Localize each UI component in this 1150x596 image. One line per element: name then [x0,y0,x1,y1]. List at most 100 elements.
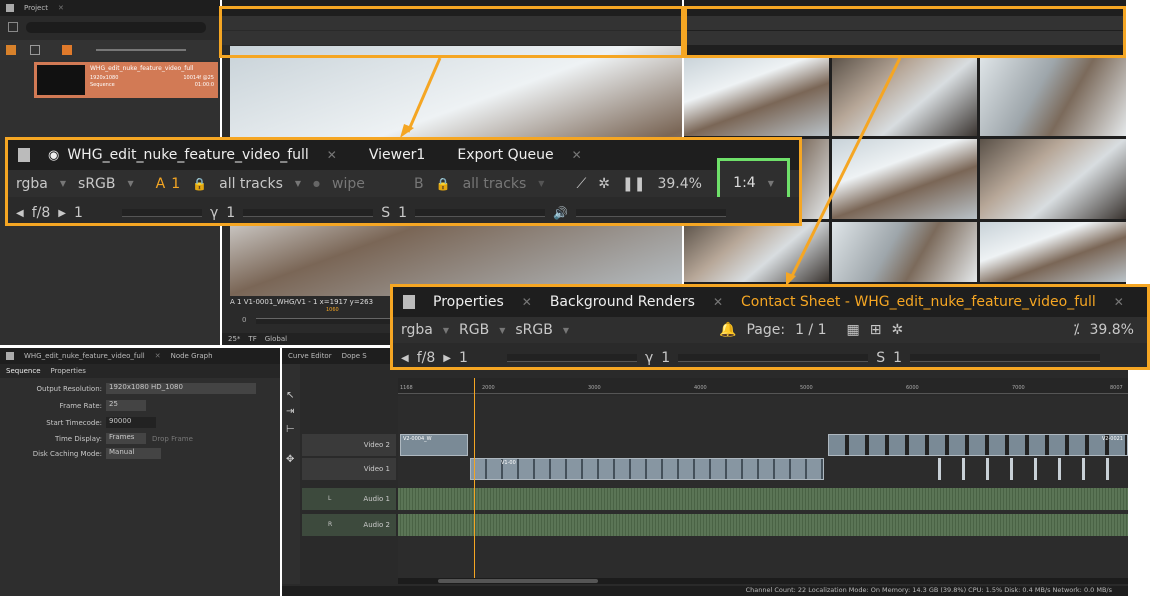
frame-value[interactable]: 1 [459,350,499,366]
fstop-value[interactable]: f/8 [32,205,51,221]
thumb-view-icon[interactable] [62,45,72,55]
tab-contact-sheet[interactable]: Contact Sheet - WHG_edit_nuke_feature_vi… [741,294,1096,310]
step-back-icon[interactable]: ◀ [16,208,24,219]
wipe-dot-icon[interactable]: ● [313,179,320,188]
contact-thumb-2[interactable] [832,56,977,136]
no-cache-icon[interactable]: ⁒ [1073,322,1079,338]
tab-curve-editor[interactable]: Curve Editor [288,352,332,360]
contact-thumb-3[interactable] [980,56,1126,136]
lock-icon[interactable]: 🔒 [192,177,207,191]
close-icon[interactable]: ✕ [1114,295,1124,309]
grid-icon[interactable]: ⊞ [870,322,882,338]
pause-icon[interactable]: ❚❚ [622,176,645,192]
start-tc-input[interactable]: 90000 [106,417,156,428]
exposure-ruler[interactable] [121,209,202,217]
track-area[interactable]: V2-0004_W V2-0021 V1-00 [398,378,1128,584]
chevron-down-icon[interactable]: ▼ [60,179,66,188]
colorspace-select[interactable]: sRGB [515,322,552,338]
gamma-value[interactable]: 1 [661,350,670,366]
subtab-sequence[interactable]: Sequence [6,367,41,375]
proxy-select[interactable]: 1:4 [733,175,756,191]
slip-tool-icon[interactable]: ✥ [286,454,294,465]
project-clip-item[interactable]: WHG_edit_nuke_feature_video_full 1920x10… [34,62,218,98]
chevron-down-icon[interactable]: ▼ [768,179,774,188]
select-tool-icon[interactable]: ↖ [286,390,294,401]
gear-icon[interactable]: ✲ [598,176,610,192]
close-icon[interactable]: ✕ [713,295,723,309]
close-icon[interactable]: ✕ [155,352,161,360]
list-view-icon[interactable] [30,45,40,55]
contact-thumb-5[interactable] [832,139,977,219]
tab-properties[interactable]: Properties [433,294,504,310]
tab-sequence-viewer[interactable]: WHG_edit_nuke_feature_video_full [67,147,308,163]
sat-ruler[interactable] [415,209,545,217]
gamma-value[interactable]: 1 [226,205,235,221]
close-icon[interactable]: ✕ [58,4,64,12]
scope-selector[interactable]: Global [265,335,287,343]
frame-rate-select[interactable]: 25 [106,400,146,411]
gear-icon[interactable]: ✲ [891,322,903,338]
sat-value[interactable]: 1 [893,350,902,366]
track-header-video2[interactable]: Video 2 [302,434,396,456]
chevron-down-icon[interactable]: ▼ [499,326,505,335]
exposure-ruler[interactable] [506,354,637,362]
new-bin-icon[interactable] [6,45,16,55]
volume-ruler[interactable] [575,209,726,217]
video1-clip-group[interactable]: V1-00 [470,458,824,480]
frame-value[interactable]: 1 [74,205,114,221]
volume-icon[interactable]: 🔊 [553,206,568,220]
panel-menu-icon[interactable] [403,295,415,309]
chevron-down-icon[interactable]: ▼ [563,326,569,335]
contact-thumb-8[interactable] [832,222,977,282]
input-a-button[interactable]: A [156,176,166,192]
eye-icon[interactable]: ◉ [48,148,59,163]
input-b-button[interactable]: B [414,176,424,192]
panel-menu-icon[interactable] [6,352,14,360]
video2-clip[interactable]: V2-0004_W [400,434,468,456]
gamma-ruler[interactable] [243,209,374,217]
channels-select[interactable]: rgba [401,322,433,338]
timeline-playhead[interactable] [474,378,475,584]
video2-clip[interactable]: V2-0021 [828,434,1128,456]
bell-icon[interactable]: 🔔 [719,322,736,338]
sat-ruler[interactable] [910,354,1100,362]
project-tab[interactable]: Project [24,4,48,12]
chevron-down-icon[interactable]: ▼ [538,179,544,188]
close-icon[interactable]: ✕ [572,148,582,162]
color-select[interactable]: RGB [459,322,489,338]
channels-select[interactable]: rgba [16,176,48,192]
contact-thumb-9[interactable] [980,222,1126,282]
zoom-level[interactable]: 39.8% [1090,322,1134,338]
tab-background-renders[interactable]: Background Renders [550,294,695,310]
track-header-video1[interactable]: Video 1 [302,458,396,480]
viewer-scrubber[interactable] [256,318,406,324]
paint-icon[interactable]: ⟋ [576,176,586,192]
panel-menu-icon[interactable] [18,148,30,162]
colorspace-select[interactable]: sRGB [78,176,115,192]
track-header-audio1[interactable]: L Audio 1 [302,488,396,510]
contact-thumb-6[interactable] [980,139,1126,219]
track-header-audio2[interactable]: R Audio 2 [302,514,396,536]
gamma-ruler[interactable] [678,354,869,362]
audio2-waveform[interactable] [398,514,1128,536]
track-select-tool-icon[interactable]: ⇥ [286,406,294,417]
tracks-select-a[interactable]: all tracks [219,176,283,192]
page-value[interactable]: 1 / 1 [795,322,826,338]
timeline-scrollbar[interactable] [398,578,1128,584]
zoom-slider[interactable] [96,49,186,51]
tf-selector[interactable]: TF [248,335,256,343]
tracks-select-b[interactable]: all tracks [463,176,527,192]
drop-frame-checkbox[interactable]: Drop Frame [152,435,193,443]
step-back-icon[interactable]: ◀ [401,353,409,364]
output-resolution-select[interactable]: 1920x1080 HD_1080 [106,383,256,394]
step-forward-icon[interactable]: ▶ [58,208,66,219]
time-display-select[interactable]: Frames [106,433,146,444]
scroll-thumb[interactable] [438,579,598,583]
close-icon[interactable]: ✕ [522,295,532,309]
tab-viewer1[interactable]: Viewer1 [369,147,426,163]
tab-export-queue[interactable]: Export Queue [457,147,553,163]
sat-value[interactable]: 1 [398,205,407,221]
razor-tool-icon[interactable]: ⊢ [286,424,295,435]
video1-clip-group[interactable] [938,458,1128,480]
chevron-down-icon[interactable]: ▼ [443,326,449,335]
